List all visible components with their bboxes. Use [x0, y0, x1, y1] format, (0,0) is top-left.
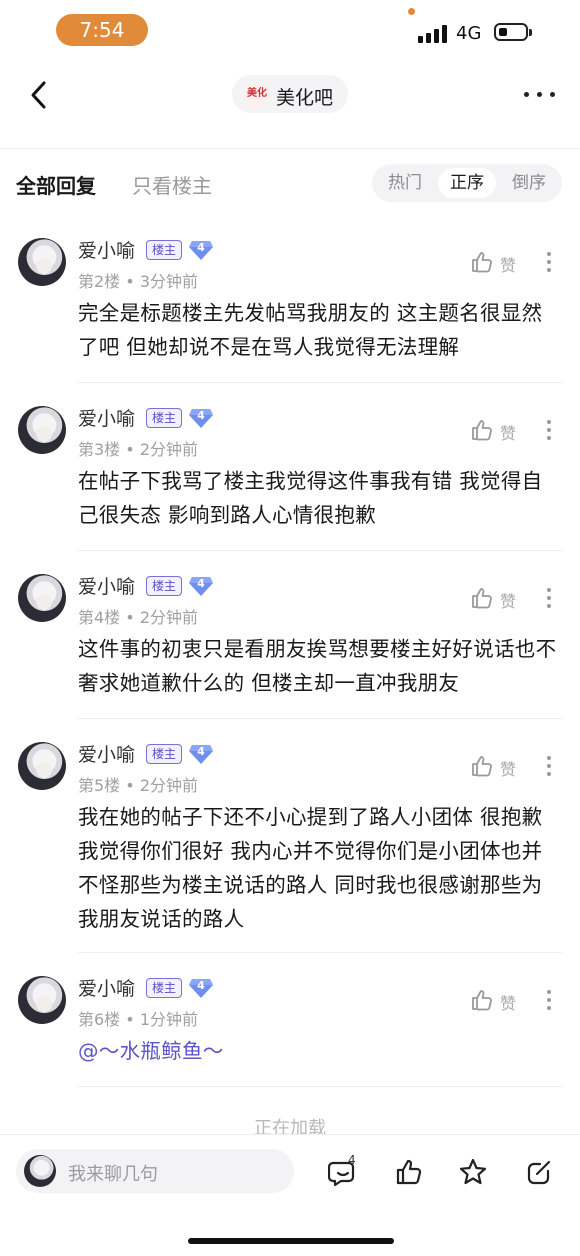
share-edit-icon[interactable]: [524, 1157, 554, 1187]
op-badge: 楼主: [146, 978, 182, 998]
level-gem-icon: 4: [188, 574, 214, 598]
reply-divider: [78, 1086, 562, 1087]
level-gem-icon: 4: [188, 976, 214, 1000]
cellular-signal-icon: [418, 25, 448, 43]
op-badge: 楼主: [146, 576, 182, 596]
like-thumb-icon[interactable]: [470, 586, 494, 610]
my-avatar: [24, 1155, 56, 1187]
user-avatar[interactable]: [18, 574, 66, 622]
meta-separator: •: [125, 272, 135, 291]
battery-icon: [494, 23, 532, 41]
sort-descending[interactable]: 倒序: [500, 168, 558, 198]
reply-meta: 第6楼 • 1分钟前: [78, 1006, 198, 1030]
level-number: 4: [197, 979, 205, 992]
reply-more-icon[interactable]: [547, 418, 553, 442]
favorite-star-icon[interactable]: [458, 1157, 488, 1187]
username[interactable]: 爱小喻: [78, 572, 135, 599]
reply-content[interactable]: @～水瓶鲸鱼～: [78, 1034, 558, 1068]
reply-placeholder: 我来聊几句: [68, 1164, 158, 1185]
tab-op-only[interactable]: 只看楼主: [132, 170, 212, 199]
reply-meta: 第5楼 • 2分钟前: [78, 772, 198, 796]
meta-separator: •: [125, 440, 135, 459]
reply-divider: [78, 550, 562, 551]
op-badge: 楼主: [146, 240, 182, 260]
like-label[interactable]: 赞: [500, 756, 516, 780]
reply-content: 完全是标题楼主先发帖骂我朋友的 这主题名很显然了吧 但她却说不是在骂人我觉得无法…: [78, 301, 543, 359]
level-number: 4: [197, 409, 205, 422]
more-options-icon[interactable]: [524, 92, 558, 100]
section-divider: [0, 124, 580, 149]
sort-toggle: 热门 正序 倒序: [372, 164, 562, 202]
reply-divider: [78, 382, 562, 383]
comment-count: 4: [348, 1153, 356, 1167]
like-thumb-icon[interactable]: [470, 988, 494, 1012]
level-number: 4: [197, 745, 205, 758]
reply-input[interactable]: 我来聊几句: [16, 1149, 294, 1193]
username[interactable]: 爱小喻: [78, 236, 135, 263]
reply-time: 3分钟前: [139, 272, 198, 291]
top-nav-bar: 美化 美化吧: [0, 64, 580, 125]
floor-number: 第4楼: [78, 608, 121, 627]
like-thumb-icon[interactable]: [470, 418, 494, 442]
reply-more-icon[interactable]: [547, 988, 553, 1012]
op-badge: 楼主: [146, 408, 182, 428]
user-avatar[interactable]: [18, 976, 66, 1024]
meta-separator: •: [125, 776, 135, 795]
home-indicator: [188, 1238, 394, 1244]
reply-meta: 第2楼 • 3分钟前: [78, 268, 198, 292]
reply-time: 2分钟前: [139, 608, 198, 627]
floor-number: 第6楼: [78, 1010, 121, 1029]
forum-logo: 美化: [244, 81, 270, 107]
level-gem-icon: 4: [188, 238, 214, 262]
reply-meta: 第3楼 • 2分钟前: [78, 436, 198, 460]
forum-name: 美化吧: [276, 87, 334, 109]
like-label[interactable]: 赞: [500, 252, 516, 276]
like-label[interactable]: 赞: [500, 588, 516, 612]
user-avatar[interactable]: [18, 406, 66, 454]
floor-number: 第5楼: [78, 776, 121, 795]
reply-time: 2分钟前: [139, 440, 198, 459]
privacy-indicator-dot: [408, 8, 415, 15]
reply-content: 这件事的初衷只是看朋友挨骂想要楼主好好说话也不奢求她道歉什么的 但楼主却一直冲我…: [78, 637, 557, 695]
user-avatar[interactable]: [18, 238, 66, 286]
username[interactable]: 爱小喻: [78, 404, 135, 431]
like-thumb-icon[interactable]: [394, 1157, 424, 1187]
reply-more-icon[interactable]: [547, 754, 553, 778]
username[interactable]: 爱小喻: [78, 740, 135, 767]
reply-time: 2分钟前: [139, 776, 198, 795]
back-arrow-icon[interactable]: [28, 80, 50, 110]
like-thumb-icon[interactable]: [470, 250, 494, 274]
reply-content: 在帖子下我骂了楼主我觉得这件事我有错 我觉得自己很失态 影响到路人心情很抱歉: [78, 469, 543, 527]
reply-divider: [78, 952, 562, 953]
op-badge: 楼主: [146, 744, 182, 764]
reply-content: 我在她的帖子下还不小心提到了路人小团体 很抱歉 我觉得你们很好 我内心并不觉得你…: [78, 805, 543, 931]
like-thumb-icon[interactable]: [470, 754, 494, 778]
like-label[interactable]: 赞: [500, 420, 516, 444]
reply-time: 1分钟前: [139, 1010, 198, 1029]
reply-more-icon[interactable]: [547, 586, 553, 610]
network-type: 4G: [456, 23, 482, 44]
tab-all-replies[interactable]: 全部回复: [16, 170, 96, 199]
user-avatar[interactable]: [18, 742, 66, 790]
floor-number: 第2楼: [78, 272, 121, 291]
level-gem-icon: 4: [188, 406, 214, 430]
sort-hot[interactable]: 热门: [376, 168, 434, 198]
forum-entry-button[interactable]: 美化 美化吧: [232, 75, 348, 113]
username[interactable]: 爱小喻: [78, 974, 135, 1001]
status-time: 7:54: [56, 14, 148, 46]
reply-more-icon[interactable]: [547, 250, 553, 274]
level-gem-icon: 4: [188, 742, 214, 766]
reply-meta: 第4楼 • 2分钟前: [78, 604, 198, 628]
status-bar: 7:54 4G: [0, 0, 580, 64]
meta-separator: •: [125, 608, 135, 627]
level-number: 4: [197, 577, 205, 590]
sort-ascending[interactable]: 正序: [438, 168, 496, 198]
meta-separator: •: [125, 1010, 135, 1029]
like-label[interactable]: 赞: [500, 990, 516, 1014]
bottom-action-bar: 我来聊几句 4: [0, 1134, 580, 1256]
level-number: 4: [197, 241, 205, 254]
reply-divider: [78, 718, 562, 719]
floor-number: 第3楼: [78, 440, 121, 459]
